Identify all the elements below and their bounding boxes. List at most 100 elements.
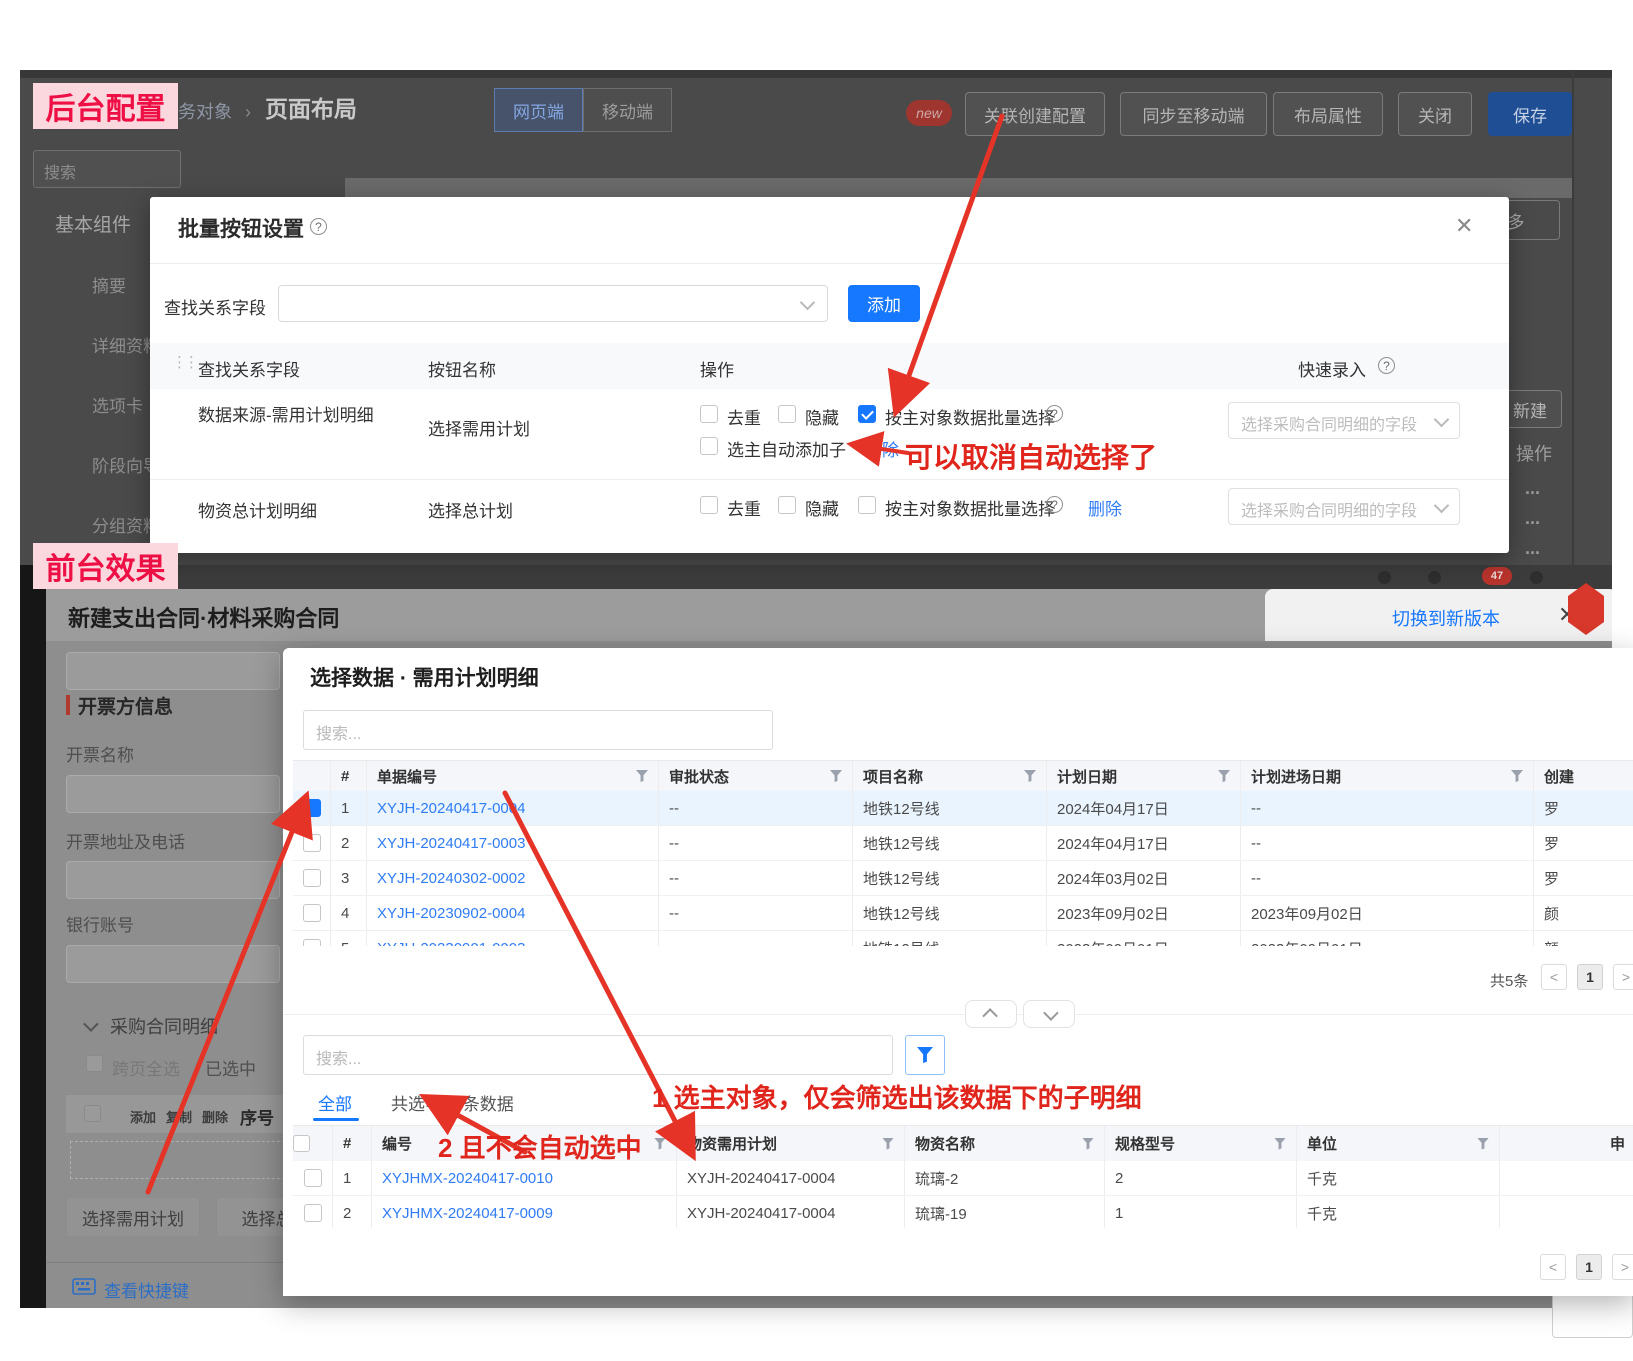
cross-page-label: 跨页全选	[112, 1055, 180, 1080]
help-icon[interactable]: ?	[1046, 496, 1063, 513]
batch-select-checkbox[interactable]	[858, 496, 876, 514]
lookup-field-select[interactable]	[278, 285, 828, 322]
page-number[interactable]: 1	[1576, 1254, 1602, 1280]
prev-page-button[interactable]: <	[1541, 964, 1567, 990]
filter-icon[interactable]	[636, 770, 648, 782]
tab-selected-count[interactable]: 共选中(0)条数据	[391, 1090, 514, 1115]
header-checkbox-cell[interactable]	[293, 761, 331, 791]
quick-entry-select[interactable]: 选择采购合同明细的字段	[1228, 402, 1460, 439]
page-number[interactable]: 1	[1577, 964, 1603, 990]
quick-entry-select[interactable]: 选择采购合同明细的字段	[1228, 488, 1460, 525]
row-checkbox[interactable]	[304, 1169, 322, 1187]
sidebar-group-basic[interactable]: 基本组件	[55, 210, 131, 237]
row-checkbox[interactable]	[303, 869, 321, 887]
table-row[interactable]: 5 XYJH-20230901-0003 -- 地铁12号线 2023年09月0…	[293, 931, 1633, 946]
filter-icon[interactable]	[654, 1138, 666, 1150]
table-row[interactable]: 2 XYJH-20240417-0003 -- 地铁12号线 2024年04月1…	[293, 826, 1633, 861]
tab-all[interactable]: 全部	[318, 1090, 352, 1115]
next-page-button[interactable]: >	[1613, 964, 1633, 990]
help-icon[interactable]: ?	[310, 218, 327, 235]
filter-icon[interactable]	[1024, 770, 1036, 782]
link-create-config-button[interactable]: 关联创建配置	[965, 92, 1105, 136]
breadcrumb-parent[interactable]: 务对象	[178, 102, 232, 122]
hide-checkbox[interactable]	[778, 405, 796, 423]
sync-mobile-button[interactable]: 同步至移动端	[1120, 92, 1267, 136]
select-all-checkbox[interactable]	[293, 1135, 310, 1152]
col-num: #	[331, 761, 367, 791]
table-row[interactable]: 2 XYJHMX-20240417-0009 XYJH-20240417-000…	[293, 1196, 1633, 1228]
row-checkbox[interactable]	[303, 799, 321, 817]
table-row[interactable]: 1 XYJHMX-20240417-0010 XYJH-20240417-000…	[293, 1161, 1633, 1196]
batch-select-checkbox[interactable]	[858, 405, 876, 423]
collapse-icon[interactable]	[83, 1016, 99, 1032]
filter-button[interactable]	[905, 1035, 945, 1075]
help-icon[interactable]: ?	[1046, 405, 1063, 422]
next-page-button[interactable]: >	[1612, 1254, 1633, 1280]
purchase-detail-toggle[interactable]: 采购合同明细	[110, 1013, 218, 1039]
help-icon[interactable]: ?	[1378, 357, 1395, 374]
empty-row-dropzone[interactable]	[70, 1141, 300, 1179]
close-icon[interactable]: ✕	[1455, 213, 1473, 239]
filter-icon[interactable]	[1274, 1138, 1286, 1150]
bank-account-input[interactable]	[66, 945, 280, 983]
row-more-icon[interactable]: ...	[1525, 478, 1540, 499]
filter-icon[interactable]	[1511, 770, 1523, 782]
shortcut-link[interactable]: 查看快捷键	[104, 1277, 189, 1302]
filter-icon[interactable]	[830, 770, 842, 782]
filter-icon[interactable]	[882, 1138, 894, 1150]
table-row[interactable]: 4 XYJH-20230902-0004 -- 地铁12号线 2023年09月0…	[293, 896, 1633, 931]
drag-handle-icon[interactable]: ⋮⋮	[172, 353, 196, 371]
doc-code-link[interactable]: XYJH-20230902-0004	[367, 896, 659, 930]
detail-code-link[interactable]: XYJHMX-20240417-0009	[372, 1196, 677, 1228]
select-plan-button[interactable]: 选择需用计划	[66, 1197, 200, 1237]
close-button[interactable]: 关闭	[1398, 92, 1472, 136]
dedupe-checkbox[interactable]	[700, 496, 718, 514]
component-search-input[interactable]: 搜索	[33, 150, 181, 188]
main-search-input[interactable]: 搜索...	[303, 710, 773, 750]
select-all-checkbox[interactable]	[84, 1105, 101, 1122]
doc-code-link[interactable]: XYJH-20240417-0003	[367, 826, 659, 860]
tab-mobile[interactable]: 移动端	[583, 88, 672, 132]
filter-icon[interactable]	[1082, 1138, 1094, 1150]
tab-web[interactable]: 网页端	[494, 88, 583, 132]
filter-icon[interactable]	[1477, 1138, 1489, 1150]
sidebar-item-summary[interactable]: 摘要	[92, 272, 126, 297]
row-checkbox[interactable]	[303, 834, 321, 852]
delete-link[interactable]: 删除	[865, 436, 899, 461]
save-button[interactable]: 保存	[1488, 92, 1572, 136]
doc-code-link[interactable]: XYJH-20240417-0004	[367, 791, 659, 825]
doc-code-link[interactable]: XYJH-20240302-0002	[367, 861, 659, 895]
hide-checkbox[interactable]	[778, 496, 796, 514]
col-num: #	[333, 1126, 372, 1161]
detail-code-link[interactable]: XYJHMX-20240417-0010	[372, 1161, 677, 1195]
mini-delete-button[interactable]: 删除	[202, 1107, 228, 1126]
switch-version-link[interactable]: 切换到新版本	[1392, 605, 1500, 631]
row-checkbox[interactable]	[303, 939, 321, 946]
table-row[interactable]: 3 XYJH-20240302-0002 -- 地铁12号线 2024年03月0…	[293, 861, 1633, 896]
row-checkbox[interactable]	[303, 904, 321, 922]
row-more-icon[interactable]: ...	[1525, 508, 1540, 529]
add-button[interactable]: 添加	[848, 285, 920, 322]
row-checkbox[interactable]	[304, 1204, 322, 1222]
sidebar-item-tabs[interactable]: 选项卡	[92, 392, 143, 417]
invoice-name-input[interactable]	[66, 775, 280, 813]
partial-input[interactable]	[66, 652, 280, 690]
filter-icon[interactable]	[1218, 770, 1230, 782]
auto-add-child-checkbox[interactable]	[700, 437, 718, 455]
table-row[interactable]: 1 XYJH-20240417-0004 -- 地铁12号线 2024年04月1…	[293, 791, 1633, 826]
sub-search-input[interactable]: 搜索...	[303, 1035, 893, 1075]
mini-copy-button[interactable]: 复制	[166, 1107, 192, 1126]
header-checkbox-cell[interactable]	[293, 1126, 333, 1161]
delete-link[interactable]: 删除	[1088, 495, 1122, 520]
row-more-icon[interactable]: ...	[1525, 538, 1540, 559]
col-creator: 创建	[1534, 761, 1633, 791]
doc-code-link[interactable]: XYJH-20230901-0003	[367, 931, 659, 946]
invoice-address-input[interactable]	[66, 861, 280, 899]
prev-page-button[interactable]: <	[1540, 1254, 1566, 1280]
cross-page-checkbox[interactable]	[86, 1055, 103, 1072]
layout-props-button[interactable]: 布局属性	[1273, 92, 1383, 136]
dedupe-checkbox[interactable]	[700, 405, 718, 423]
mini-add-button[interactable]: 添加	[130, 1107, 156, 1126]
collapse-down-button[interactable]	[1023, 1000, 1075, 1028]
collapse-up-button[interactable]	[965, 1000, 1017, 1028]
